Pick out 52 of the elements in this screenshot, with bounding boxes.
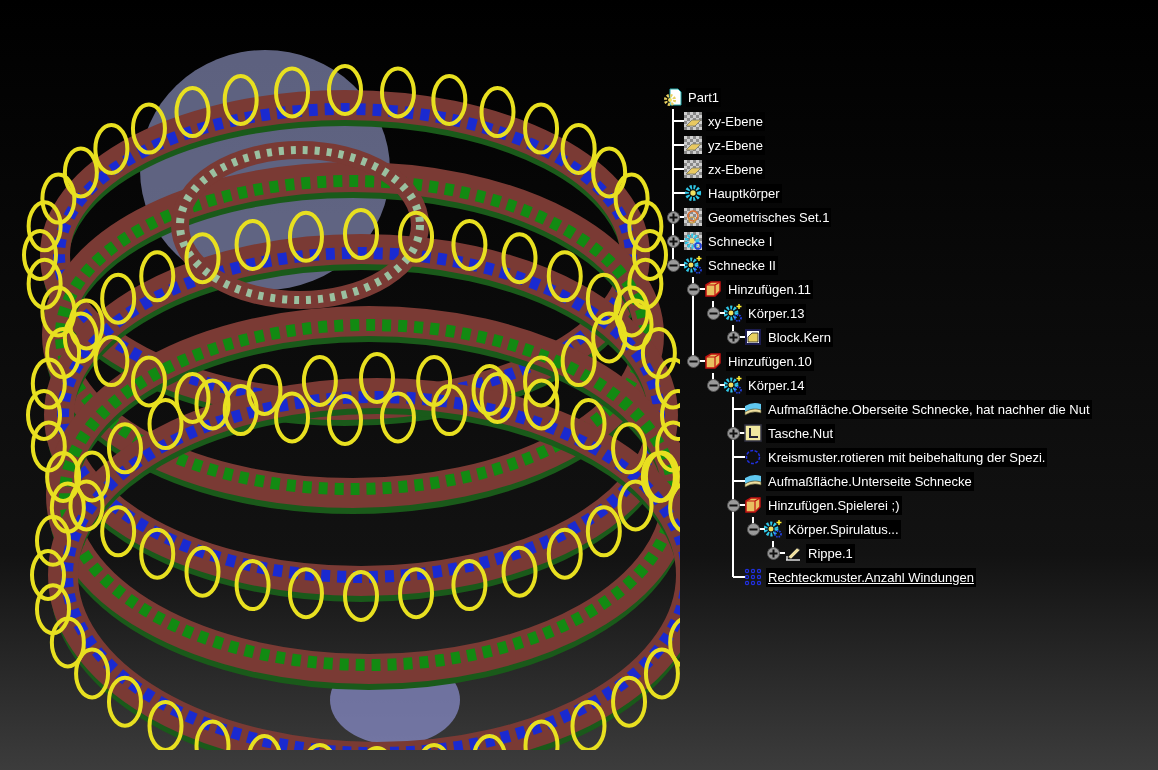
boolean-add-icon [704,280,722,298]
plane-icon [684,112,702,130]
tree-node-label[interactable]: Rippe.1 [806,543,855,563]
expand-icon[interactable] [666,234,680,248]
tree-node-label[interactable]: Körper.14 [746,375,807,395]
geometry-set-icon [684,208,702,226]
tree-node-label[interactable]: yz-Ebene [706,135,765,155]
surface-layers-icon [744,400,762,418]
plane-icon [684,136,702,154]
gear-plus-icon [684,256,702,274]
expand-icon[interactable] [726,330,740,344]
collapse-icon[interactable] [686,354,700,368]
tree-node-label[interactable]: xy-Ebene [706,111,765,131]
expand-icon[interactable] [766,546,780,560]
expand-icon[interactable] [666,210,680,224]
gear-plus-icon [724,376,742,394]
gear-icon [684,232,702,250]
gear-plus-icon [724,304,742,322]
plane-icon [684,160,702,178]
tree-node-label[interactable]: Hinzufügen.10 [726,351,814,371]
collapse-icon[interactable] [746,522,760,536]
collapse-icon[interactable] [686,282,700,296]
pad-icon [744,328,762,346]
rectangular-pattern-icon [744,568,762,586]
tree-node-label[interactable]: Hauptkörper [706,183,782,203]
gear-icon [684,184,702,202]
tree-node-label[interactable]: zx-Ebene [706,159,765,179]
expand-icon[interactable] [726,426,740,440]
collapse-icon[interactable] [666,258,680,272]
tree-node-label[interactable]: Kreismuster.rotieren mit beibehaltung der Spezi. [766,447,1048,467]
tree-node-label[interactable]: Körper.13 [746,303,807,323]
boolean-add-icon [704,352,722,370]
tree-node-label[interactable]: Tasche.Nut [766,423,836,443]
tree-node-label[interactable]: Aufmaßfläche.Unterseite Schnecke [766,471,974,491]
tree-node-label[interactable]: Schnecke II [706,255,778,275]
tree-node-label[interactable]: Hinzufügen.11 [726,279,813,299]
tree-node-label[interactable]: Hinzufügen.Spielerei ;) [766,495,902,515]
gear-plus-icon [764,520,782,538]
tree-node-label[interactable]: Block.Kern [766,327,833,347]
surface-layers-icon [744,472,762,490]
document-gear-icon [664,88,682,106]
tree-node-label[interactable]: Geometrisches Set.1 [706,207,832,227]
collapse-icon[interactable] [706,378,720,392]
pocket-icon [744,424,762,442]
tree-node-label[interactable]: Körper.Spirulatus... [786,519,901,539]
boolean-add-icon [744,496,762,514]
tree-node-label[interactable]: Rechteckmuster.Anzahl Windungen [766,567,976,587]
collapse-icon[interactable] [726,498,740,512]
circular-pattern-icon [744,448,762,466]
collapse-icon[interactable] [706,306,720,320]
tree-node-label[interactable]: Schnecke I [706,231,775,251]
tree-node-label[interactable]: Aufmaßfläche.Oberseite Schnecke, hat nachher die Nut [766,399,1092,419]
